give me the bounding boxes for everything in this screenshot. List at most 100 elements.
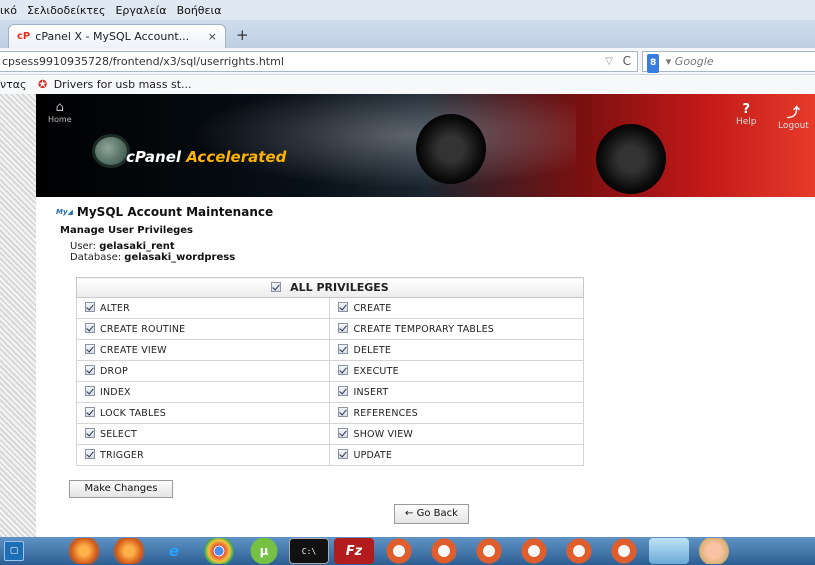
new-tab-icon[interactable]: + — [236, 26, 249, 44]
privilege-label: CREATE ROUTINE — [100, 324, 186, 335]
internet-explorer-icon[interactable]: e — [154, 538, 194, 564]
privilege-checkbox[interactable] — [85, 386, 95, 396]
home-icon: ⌂ — [55, 100, 64, 115]
page-title-text: MySQL Account Maintenance — [76, 205, 274, 219]
user-line: User: gelasaki_rent — [70, 241, 235, 252]
page-subtitle: Manage User Privileges — [60, 225, 193, 236]
openoffice-icon[interactable] — [559, 538, 599, 564]
openoffice-icon[interactable] — [469, 538, 509, 564]
privilege-checkbox[interactable] — [85, 302, 95, 312]
privilege-label: CREATE — [353, 303, 392, 314]
url-text: cpsess9910935728/frontend/x3/sql/userrig… — [2, 55, 284, 68]
table-row: INDEX INSERT — [75, 381, 584, 403]
privilege-cell: INDEX — [75, 381, 331, 403]
openoffice-icon[interactable] — [379, 538, 419, 564]
app-icon[interactable] — [649, 538, 689, 564]
privilege-label: EXECUTE — [353, 366, 399, 377]
user-info: User: gelasaki_rent Database: gelasaki_w… — [70, 241, 235, 263]
bookmark-favicon-icon: ✪ — [37, 78, 48, 91]
search-box[interactable]: 8 ▾ Google — [642, 51, 815, 73]
privilege-checkbox[interactable] — [85, 407, 95, 417]
bookmark-star-icon[interactable]: ▽ — [605, 52, 613, 71]
page-content: ⌂ Home cPanel Accelerated ? Help ⤴ Logou… — [36, 94, 815, 537]
utorrent-icon[interactable]: µ — [244, 538, 284, 564]
navigation-bar: cpsess9910935728/frontend/x3/sql/userrig… — [0, 48, 815, 75]
privilege-checkbox[interactable] — [85, 323, 95, 333]
privilege-label: INDEX — [100, 387, 131, 398]
privilege-checkbox[interactable] — [338, 428, 349, 438]
address-bar[interactable]: cpsess9910935728/frontend/x3/sql/userrig… — [0, 51, 638, 72]
go-back-button[interactable]: ← Go Back — [394, 504, 469, 524]
privilege-checkbox[interactable] — [338, 302, 349, 312]
privilege-label: DELETE — [353, 345, 392, 356]
bookmarks-bar: ντας ✪ Drivers for usb mass st... — [0, 76, 815, 94]
table-row: CREATE ROUTINE CREATE TEMPORARY TABLES — [75, 318, 584, 340]
logout-icon: ⤴ — [786, 106, 800, 121]
table-row: CREATE VIEW DELETE — [75, 339, 584, 361]
app-icon[interactable] — [694, 538, 734, 564]
all-privileges-header: ALL PRIVILEGES — [76, 277, 584, 298]
privilege-checkbox[interactable] — [85, 344, 95, 354]
bookmark-drivers[interactable]: Drivers for usb mass st... — [54, 78, 192, 91]
all-privileges-checkbox[interactable] — [271, 282, 282, 292]
race-car-tire-image — [596, 124, 666, 194]
help-label: Help — [736, 117, 757, 127]
openoffice-icon[interactable] — [514, 538, 554, 564]
privileges-table: ALL PRIVILEGES ALTER CREATE CREATE ROUTI… — [75, 277, 584, 466]
privilege-label: CREATE TEMPORARY TABLES — [353, 324, 495, 335]
privilege-checkbox[interactable] — [338, 365, 349, 375]
privilege-checkbox[interactable] — [85, 428, 95, 438]
browser-tab[interactable]: cP cPanel X - MySQL Account... × — [8, 24, 226, 48]
openoffice-icon[interactable] — [604, 538, 644, 564]
database-label: Database: — [70, 252, 122, 263]
logo-brand: cPanel — [126, 148, 182, 166]
all-privileges-label: ALL PRIVILEGES — [290, 281, 389, 294]
privilege-label: UPDATE — [353, 450, 393, 461]
openoffice-icon[interactable] — [424, 538, 464, 564]
chrome-icon[interactable] — [199, 538, 239, 564]
privilege-checkbox[interactable] — [85, 365, 95, 375]
user-label: User: — [70, 241, 96, 252]
close-tab-icon[interactable]: × — [208, 30, 217, 43]
reload-icon[interactable]: C — [623, 52, 631, 71]
privilege-checkbox[interactable] — [85, 449, 95, 459]
privilege-label: TRIGGER — [100, 450, 144, 461]
privilege-cell: CREATE — [329, 297, 584, 319]
privilege-checkbox[interactable] — [338, 407, 349, 417]
make-changes-button[interactable]: Make Changes — [69, 480, 173, 498]
menu-item-file[interactable]: ικό — [0, 4, 17, 17]
search-dropdown-icon[interactable]: ▾ — [666, 55, 672, 68]
firefox-icon[interactable] — [64, 538, 104, 564]
privilege-checkbox[interactable] — [338, 344, 349, 354]
table-row: DROP EXECUTE — [75, 360, 584, 382]
google-search-icon: 8 — [647, 54, 660, 73]
browser-menu-bar: ικό Σελιδοδείκτες Εργαλεία Βοήθεια — [0, 0, 815, 20]
privilege-checkbox[interactable] — [338, 449, 349, 459]
cpanel-favicon-icon: cP — [17, 31, 31, 42]
help-link[interactable]: ? Help — [736, 102, 757, 127]
home-link[interactable]: ⌂ Home — [48, 100, 72, 124]
privilege-label: SELECT — [100, 429, 137, 440]
privilege-label: CREATE VIEW — [100, 345, 167, 356]
logout-link[interactable]: ⤴ Logout — [778, 102, 809, 131]
menu-item-help[interactable]: Βοήθεια — [177, 4, 222, 17]
database-line: Database: gelasaki_wordpress — [70, 252, 235, 263]
command-prompt-icon[interactable]: C:\ — [289, 538, 329, 564]
privilege-checkbox[interactable] — [338, 386, 349, 396]
privilege-checkbox[interactable] — [338, 323, 349, 333]
database-value: gelasaki_wordpress — [124, 252, 236, 263]
privilege-label: DROP — [100, 366, 128, 377]
filezilla-icon[interactable]: Fz — [334, 538, 374, 564]
firefox-icon[interactable] — [109, 538, 149, 564]
privilege-cell: DROP — [75, 360, 331, 382]
menu-item-bookmarks[interactable]: Σελιδοδείκτες — [27, 4, 106, 17]
menu-item-tools[interactable]: Εργαλεία — [115, 4, 166, 17]
start-icon[interactable]: ▢ — [4, 541, 24, 561]
logout-label: Logout — [778, 121, 809, 131]
table-row: SELECT SHOW VIEW — [75, 423, 584, 445]
privilege-cell: CREATE ROUTINE — [75, 318, 331, 340]
tab-strip: cP cPanel X - MySQL Account... × + — [0, 20, 815, 48]
privilege-label: INSERT — [353, 387, 389, 398]
logo-accent: Accelerated — [186, 148, 287, 166]
bookmark-truncated[interactable]: ντας — [0, 78, 26, 91]
